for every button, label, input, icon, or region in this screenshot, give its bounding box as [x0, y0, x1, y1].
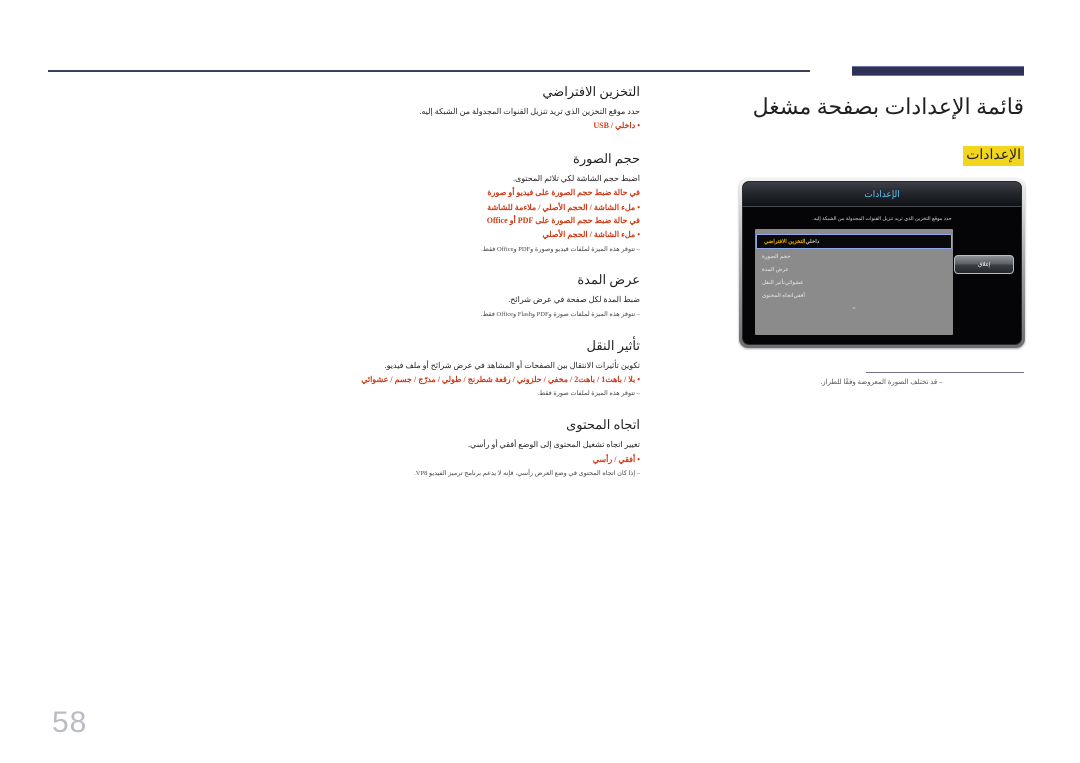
- setting-values: • أفقي / رأسي: [592, 454, 640, 464]
- setting-note: ‒ إذا كان اتجاه المحتوى في وضع العرض رأس…: [414, 469, 640, 477]
- device-note-text: ‒ قد تختلف الصورة المعروضة وفقًا للطراز.: [820, 378, 943, 386]
- device-screen-mockup: الإعدادات حدد موقع التخزين الذي تريد تنز…: [739, 178, 1025, 348]
- device-menu-label: عرض المدة: [762, 266, 789, 273]
- setting-subcondition-2: في حالة ضبط حجم الصورة على PDF أو Office: [486, 215, 640, 225]
- setting-block-duration: عرض المدة ضبط المدة لكل صفحة في عرض شرائ…: [350, 272, 640, 319]
- setting-heading: تأثير النقل: [586, 337, 640, 353]
- device-menu-label: التخزين الافتراضي: [764, 238, 806, 245]
- device-menu-label: حجم الصورة: [762, 253, 791, 260]
- device-menu-value: عشوائي: [784, 279, 804, 286]
- device-note-divider: [866, 372, 1024, 373]
- setting-description: تكوين تأثيرات الانتقال بين الصفحات أو ال…: [384, 360, 640, 370]
- setting-description: حدد موقع التخزين الذي تريد تنزيل القنوات…: [419, 107, 640, 116]
- page-header-column: قائمة الإعدادات بصفحة مشغل الإعدادات: [724, 92, 1024, 166]
- setting-subcondition-1-values: • ملء الشاشة / الحجم الأصلي / ملاءمة للش…: [487, 202, 640, 212]
- device-menu-value: أفقي: [793, 292, 805, 299]
- device-menu-row-picture-size[interactable]: حجم الصورة: [755, 250, 953, 263]
- device-body: التخزين الافتراضي داخلي حجم الصورة عرض ا…: [743, 229, 1021, 341]
- setting-description: اضبط حجم الشاشة لكي تلائم المحتوى.: [512, 173, 640, 183]
- setting-heading: حجم الصورة: [573, 150, 640, 166]
- device-menu-label: تأثير النقل: [762, 279, 785, 286]
- device-menu-row-duration[interactable]: عرض المدة: [755, 263, 953, 276]
- setting-note: ‒ تتوفر هذه الميزة لملفات صورة فقط.: [537, 390, 640, 398]
- setting-values: • داخلي / USB: [593, 121, 640, 131]
- setting-subcondition-1: في حالة ضبط حجم الصورة على فيديو أو صورة: [487, 188, 640, 198]
- setting-heading: اتجاه المحتوى: [566, 417, 640, 433]
- page-number: 58: [52, 706, 88, 739]
- close-button[interactable]: إغلاق: [954, 255, 1014, 274]
- header-divider-line: [48, 70, 810, 72]
- setting-block-picture-size: حجم الصورة اضبط حجم الشاشة لكي تلائم الم…: [350, 151, 640, 255]
- device-description-text: حدد موقع التخزين الذي تريد تنزيل القنوات…: [812, 216, 952, 222]
- device-menu-row-default-storage[interactable]: التخزين الافتراضي داخلي: [756, 234, 952, 249]
- device-menu-value: داخلي: [805, 238, 820, 245]
- setting-note: ‒ تتوفر هذه الميزة لملفات صورة وPDF وFla…: [480, 310, 640, 318]
- device-titlebar: الإعدادات: [743, 182, 1021, 207]
- chevron-down-icon[interactable]: ⌄: [755, 302, 953, 312]
- settings-documentation-column: التخزين الافتراضي حدد موقع التخزين الذي …: [350, 84, 640, 497]
- section-chip-settings: الإعدادات: [963, 145, 1024, 166]
- setting-note: ‒ تتوفر هذه الميزة لملفات فيديو وصورة وP…: [481, 245, 640, 253]
- setting-values: • بلا / باهت1 / باهت2 / مخفي / حلزوني / …: [361, 375, 640, 385]
- setting-heading: عرض المدة: [577, 272, 640, 288]
- device-menu-row-transition-effect[interactable]: تأثير النقل عشوائي: [755, 276, 953, 289]
- device-settings-list[interactable]: التخزين الافتراضي داخلي حجم الصورة عرض ا…: [755, 229, 953, 335]
- device-menu-row-content-orientation[interactable]: اتجاه المحتوى أفقي: [755, 289, 953, 302]
- setting-block-content-orientation: اتجاه المحتوى تغيير اتجاه تشغيل المحتوى …: [350, 417, 640, 479]
- setting-subcondition-2-values: • ملء الشاشة / الحجم الأصلي: [542, 230, 640, 240]
- header-accent-bar: [852, 66, 1024, 76]
- device-screen-inner: الإعدادات حدد موقع التخزين الذي تريد تنز…: [742, 181, 1022, 345]
- device-title-label: الإعدادات: [864, 188, 900, 199]
- device-side-panel: إغلاق: [953, 229, 1015, 335]
- setting-heading: التخزين الافتراضي: [542, 84, 640, 99]
- section-chip-wrapper: الإعدادات: [724, 145, 1024, 166]
- setting-description: ضبط المدة لكل صفحة في عرض شرائح.: [508, 295, 640, 305]
- setting-block-default-storage: التخزين الافتراضي حدد موقع التخزين الذي …: [350, 84, 640, 133]
- page-title: قائمة الإعدادات بصفحة مشغل: [752, 94, 1024, 119]
- setting-block-transition-effect: تأثير النقل تكوين تأثيرات الانتقال بين ا…: [350, 338, 640, 400]
- device-menu-label: اتجاه المحتوى: [762, 292, 794, 299]
- setting-description: تغيير اتجاه تشغيل المحتوى إلى الوضع أفقي…: [468, 440, 640, 450]
